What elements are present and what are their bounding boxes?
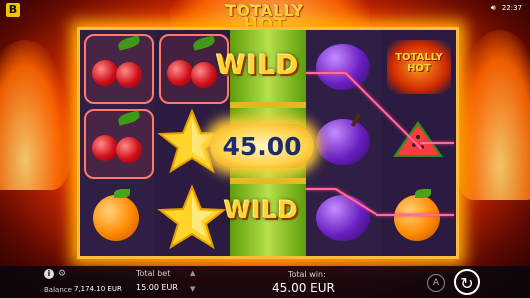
symbol-plum: [306, 30, 381, 105]
symbol-cherry: [80, 105, 155, 180]
wild-label: WILD: [216, 50, 300, 81]
totally-hot-text: TOTALLY HOT: [395, 52, 443, 74]
symbol-totally-hot: TOTALLY HOT: [381, 30, 456, 105]
win-amount-badge: 45.00: [210, 124, 314, 168]
status-area: 🔊︎ 22:37: [491, 3, 522, 13]
symbol-cherry: [80, 30, 155, 105]
total-bet-label: Total bet: [136, 269, 171, 278]
total-bet-value: 15.00 EUR: [136, 283, 178, 292]
symbol-orange: [80, 181, 155, 256]
bet-decrease-icon[interactable]: ▼: [190, 285, 195, 293]
win-line: [306, 188, 336, 190]
bottom-bar: i ⚙ Balance 7,174.10 EUR Total bet 15.00…: [0, 266, 530, 298]
settings-gear-icon[interactable]: ⚙: [58, 269, 66, 279]
sound-icon[interactable]: 🔊︎: [491, 3, 496, 13]
balance-label: Balance: [44, 286, 72, 294]
spin-button[interactable]: ↻: [454, 269, 480, 295]
autoplay-button[interactable]: A: [427, 274, 445, 292]
win-amount: 45.00: [222, 131, 302, 161]
win-line: [306, 72, 346, 74]
total-win-value: 45.00 EUR: [272, 281, 335, 295]
wild-band: [230, 102, 306, 108]
bet-increase-icon[interactable]: ▲: [190, 269, 195, 277]
symbol-plum: [306, 105, 381, 180]
brand-logo: B: [6, 3, 20, 17]
clock: 22:37: [501, 4, 522, 12]
symbol-star: [155, 181, 230, 256]
spin-arrows-icon: ↻: [460, 274, 474, 293]
win-line: [376, 214, 454, 216]
win-line: [420, 142, 454, 144]
wild-label: WILD: [224, 196, 299, 224]
wild-band: [230, 178, 306, 184]
info-icon[interactable]: i: [44, 269, 54, 279]
total-win-label: Total win:: [288, 270, 326, 279]
star-icon: [157, 184, 227, 250]
symbol-orange: [381, 181, 456, 256]
balance-value: 7,174.10 EUR: [74, 285, 122, 293]
